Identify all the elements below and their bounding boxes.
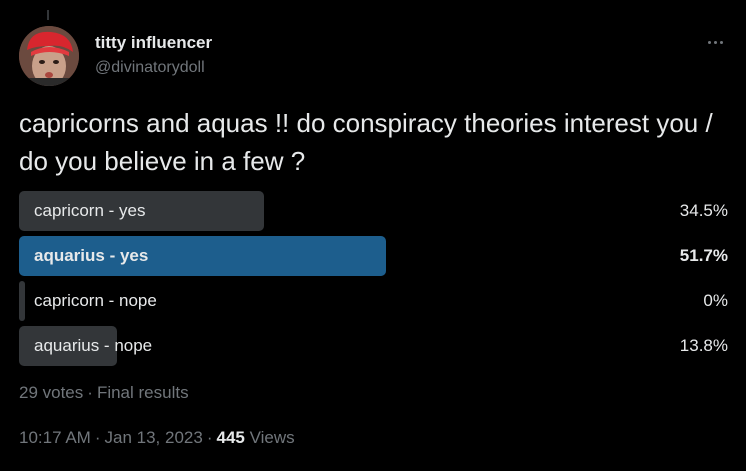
- poll-option: capricorn - yes 34.5%: [19, 191, 728, 231]
- poll-option-bar: [19, 281, 25, 321]
- poll-summary: 29 votes · Final results: [19, 383, 189, 403]
- poll-option-label: capricorn - yes: [34, 201, 146, 220]
- poll-option-percent: 13.8%: [679, 336, 728, 355]
- more-horizontal-icon-dot: [713, 40, 717, 44]
- poll-option-label: aquarius - nope: [34, 336, 153, 355]
- avatar-image: [19, 26, 79, 86]
- poll-option-percent: 51.7%: [679, 246, 728, 265]
- poll-option-label: capricorn - nope: [34, 291, 157, 310]
- views-label: Views: [249, 428, 295, 447]
- tweet-meta: 10:17 AM · Jan 13, 2023 · 445 Views: [19, 428, 295, 448]
- poll-vote-count: 29 votes: [19, 383, 84, 402]
- author-display-name[interactable]: titty influencer: [95, 33, 212, 53]
- author-handle[interactable]: @divinatorydoll: [95, 59, 205, 77]
- poll-option: aquarius - yes 51.7%: [19, 236, 728, 276]
- separator: ·: [94, 428, 101, 447]
- thread-connector-line: [47, 10, 49, 20]
- more-horizontal-icon: [707, 40, 711, 44]
- poll-option-label: aquarius - yes: [34, 246, 149, 265]
- avatar[interactable]: [19, 26, 79, 86]
- tweet-time[interactable]: 10:17 AM: [19, 428, 91, 447]
- poll-status: Final results: [96, 383, 189, 402]
- more-horizontal-icon-dot: [719, 40, 723, 44]
- separator: ·: [206, 428, 213, 447]
- tweet-date[interactable]: Jan 13, 2023: [105, 428, 203, 447]
- poll-option-percent: 0%: [703, 291, 728, 310]
- poll-option: capricorn - nope 0%: [19, 281, 728, 321]
- views-count: 445: [216, 428, 245, 447]
- poll-option-percent: 34.5%: [679, 201, 728, 220]
- tweet-text: capricorns and aquas !! do conspiracy th…: [19, 108, 713, 176]
- separator: ·: [87, 383, 93, 402]
- poll-option: aquarius - nope 13.8%: [19, 326, 728, 366]
- more-options-button[interactable]: [700, 30, 730, 54]
